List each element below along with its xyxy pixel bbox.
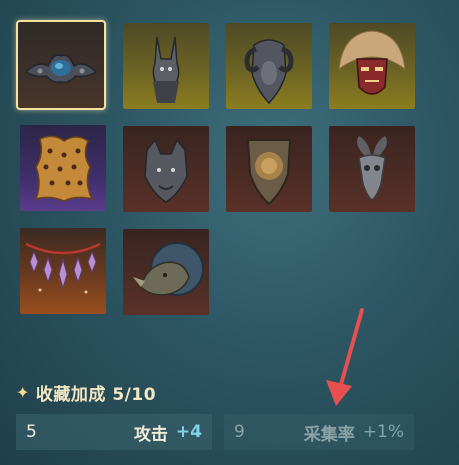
collection-slot-lion-shield[interactable] xyxy=(226,126,312,212)
stat-gather-rate-value: 9 xyxy=(234,422,245,442)
stat-attack: 5 攻击 +4 xyxy=(16,414,212,450)
collection-bonus-header: ✦ 收藏加成 5/10 xyxy=(16,380,156,405)
collection-slot-wolf[interactable] xyxy=(123,126,209,212)
collection-slot-crystal-garland[interactable] xyxy=(20,228,106,314)
stat-attack-delta: +4 xyxy=(175,422,202,442)
annotation-arrow-icon xyxy=(326,308,364,406)
anubis-jackal-head-trophy-icon xyxy=(152,36,180,103)
collection-slot-tribal-mask[interactable] xyxy=(329,23,415,109)
ornate-crown-jewel-icon xyxy=(24,54,98,84)
stat-attack-value: 5 xyxy=(26,422,37,442)
crystal-garland-icon xyxy=(25,242,101,294)
collection-slot-rhino[interactable] xyxy=(123,229,209,315)
collection-slot-ram[interactable] xyxy=(226,23,312,109)
leopard-pelt-icon xyxy=(34,135,94,202)
stat-gather-rate: 9 采集率 +1% xyxy=(224,414,414,450)
collection-grid xyxy=(0,0,459,330)
wolf-head-trophy-icon xyxy=(144,138,188,203)
ram-head-trophy-icon xyxy=(244,39,294,105)
stat-attack-name: 攻击 xyxy=(133,424,168,445)
collection-slot-anubis[interactable] xyxy=(123,23,209,109)
sparkle-icon: ✦ xyxy=(16,383,30,402)
collection-slot-leopard-pelt[interactable] xyxy=(20,125,106,211)
stat-gather-rate-name: 采集率 xyxy=(303,424,355,445)
feathered-tribal-mask-icon xyxy=(338,30,406,95)
collection-slot-crown[interactable] xyxy=(16,20,106,110)
goat-skull-icon xyxy=(357,136,387,201)
stat-gather-rate-delta: +1% xyxy=(362,422,404,442)
collection-slot-goat-skull[interactable] xyxy=(329,126,415,212)
lion-shield-icon xyxy=(246,139,292,206)
collection-bonus-title: 收藏加成 5/10 xyxy=(35,385,157,405)
rhino-head-trophy-icon xyxy=(133,242,204,296)
